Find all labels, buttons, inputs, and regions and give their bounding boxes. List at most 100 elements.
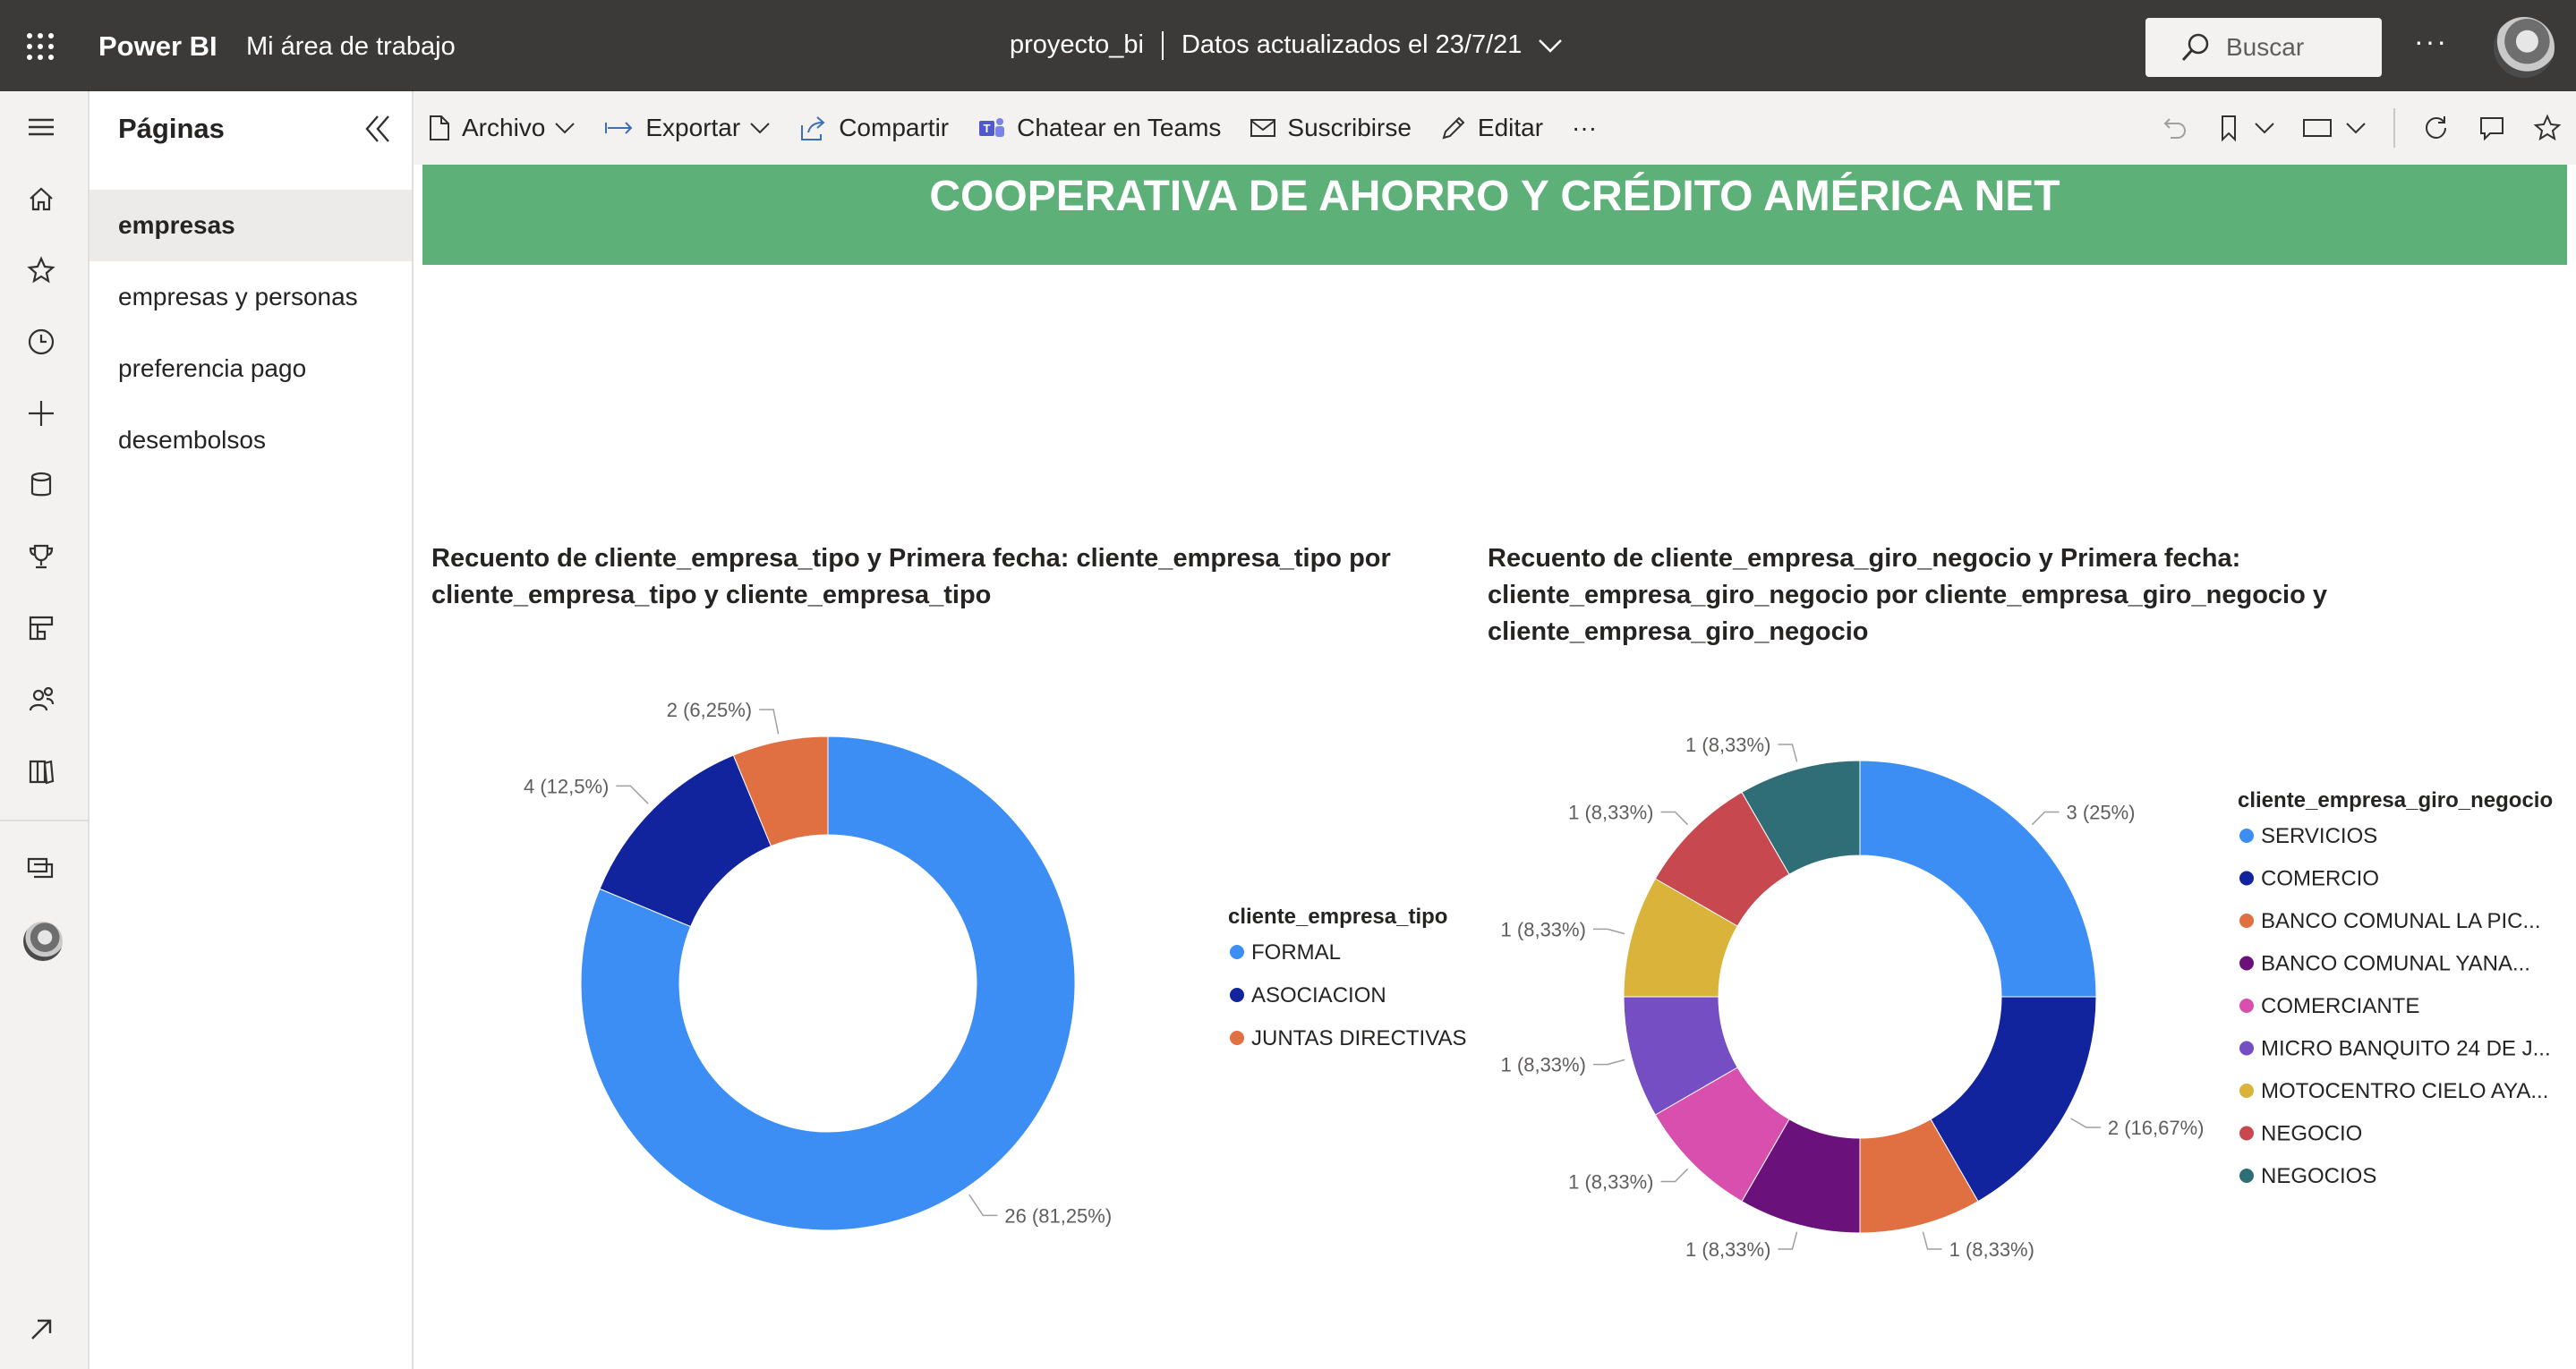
leader-line [2031, 811, 2060, 826]
recent-clock-icon[interactable] [23, 324, 59, 360]
legend-marker[interactable] [2239, 829, 2254, 843]
file-menu-button[interactable]: Archivo [428, 114, 576, 142]
legend-item-label[interactable]: COMERCIANTE [2261, 994, 2419, 1018]
bookmarks-button[interactable] [2216, 114, 2275, 142]
legend-item-label[interactable]: NEGOCIOS [2261, 1164, 2376, 1188]
data-label: 1 (8,33%) [1501, 918, 1586, 940]
home-icon[interactable] [23, 181, 59, 217]
report-info[interactable]: proyecto_bi Datos actualizados el 23/7/2… [1010, 30, 1563, 60]
pencil-icon [1442, 116, 1465, 140]
legend-marker[interactable] [1230, 1031, 1244, 1045]
legend-item-label[interactable]: JUNTAS DIRECTIVAS [1251, 1026, 1466, 1050]
report-toolbar: Archivo Exportar Compartir T Chatear en … [414, 91, 2576, 166]
search-input[interactable]: Buscar [2145, 18, 2382, 77]
leader-line [616, 785, 649, 804]
legend-item-label[interactable]: FORMAL [1251, 940, 1341, 965]
favorite-button[interactable] [2533, 114, 2562, 142]
chevron-down-icon[interactable] [1538, 38, 1563, 54]
legend-marker[interactable] [2239, 871, 2254, 886]
more-commands-button[interactable]: ··· [1572, 114, 1597, 142]
subscribe-button[interactable]: Suscribirse [1250, 114, 1412, 142]
search-placeholder: Buscar [2226, 33, 2305, 61]
legend-item-label[interactable]: MOTOCENTRO CIELO AYA... [2261, 1079, 2548, 1103]
legend-title: cliente_empresa_giro_negocio [2238, 788, 2553, 812]
leader-line [1778, 1231, 1798, 1250]
legend-marker[interactable] [2239, 1126, 2254, 1141]
file-icon [430, 115, 449, 140]
workspaces-icon[interactable] [23, 850, 59, 886]
my-workspace-avatar[interactable] [23, 922, 63, 961]
data-label: 3 (25%) [2066, 802, 2135, 824]
chevron-down-icon [750, 123, 770, 134]
page-item-empresas[interactable]: empresas [90, 190, 412, 261]
leader-line [1778, 744, 1798, 762]
edit-button[interactable]: Editar [1440, 114, 1543, 142]
report-name: proyecto_bi [1010, 30, 1144, 59]
donut-charts: 26 (81,25%) 4 (12,5%) 2 (6,25%) cliente_emp… [524, 699, 2553, 1261]
legend-item-label[interactable]: BANCO COMUNAL LA PIC... [2261, 909, 2541, 933]
view-button[interactable] [2302, 116, 2367, 140]
page-item-preferencia-pago[interactable]: preferencia pago [90, 333, 412, 404]
app-launcher-icon[interactable] [25, 31, 55, 62]
data-label: 1 (8,33%) [1685, 734, 1770, 756]
share-button[interactable]: Compartir [799, 114, 949, 142]
data-label: 2 (6,25%) [667, 699, 752, 721]
learn-book-icon[interactable] [23, 753, 59, 789]
collapse-panel-icon[interactable] [360, 111, 396, 147]
legend-item-label[interactable]: ASOCIACION [1251, 983, 1386, 1008]
apps-icon[interactable] [23, 610, 59, 646]
shared-people-icon[interactable] [23, 682, 59, 718]
page-item-desembolsos[interactable]: desembolsos [90, 404, 412, 476]
leader-line [1592, 928, 1625, 935]
mail-icon [1250, 119, 1276, 137]
comments-button[interactable] [2478, 114, 2506, 142]
nav-divider [0, 820, 88, 821]
teams-label: Chatear en Teams [1017, 114, 1222, 141]
brand-name[interactable]: Power BI [98, 30, 218, 63]
legend-item-label[interactable]: SERVICIOS [2261, 824, 2377, 848]
refresh-icon [2425, 116, 2446, 140]
edit-label: Editar [1477, 114, 1544, 141]
legend-marker[interactable] [2239, 1084, 2254, 1098]
legend-marker[interactable] [2239, 1169, 2254, 1183]
chat-in-teams-button[interactable]: T Chatear en Teams [977, 114, 1221, 142]
goals-trophy-icon[interactable] [23, 539, 59, 574]
favorites-star-icon[interactable] [23, 252, 59, 288]
undo-icon [2163, 118, 2187, 139]
create-plus-icon[interactable] [23, 395, 59, 431]
data-label: 1 (8,33%) [1568, 802, 1653, 824]
subscribe-label: Suscribirse [1287, 114, 1412, 141]
legend-marker[interactable] [2239, 914, 2254, 928]
legend-marker[interactable] [1230, 945, 1244, 959]
search-icon [2181, 33, 2209, 62]
left-navigation [0, 91, 90, 1369]
legend-item-label[interactable]: NEGOCIO [2261, 1122, 2362, 1146]
page-item-empresas-y-personas[interactable]: empresas y personas [90, 261, 412, 333]
legend-marker[interactable] [2239, 1041, 2254, 1056]
legend-title: cliente_empresa_tipo [1228, 905, 1447, 929]
legend-item-label[interactable]: MICRO BANQUITO 24 DE J... [2261, 1037, 2551, 1061]
export-menu-button[interactable]: Exportar [604, 114, 771, 142]
donut-slice[interactable] [1859, 760, 2097, 998]
legend-marker[interactable] [2239, 956, 2254, 971]
divider [1161, 30, 1164, 60]
reset-button[interactable] [2161, 114, 2189, 142]
more-options-button[interactable]: ··· [2414, 25, 2448, 58]
data-label: 4 (12,5%) [524, 775, 609, 797]
avatar[interactable] [2494, 17, 2555, 78]
legend-marker[interactable] [2239, 999, 2254, 1013]
view-icon [2303, 119, 2332, 137]
hamburger-menu-icon[interactable] [23, 109, 59, 145]
leader-line [1660, 811, 1689, 826]
datasets-database-icon[interactable] [23, 467, 59, 503]
legend-item-label[interactable]: BANCO COMUNAL YANA... [2261, 952, 2530, 976]
share-label: Compartir [839, 114, 950, 141]
data-label: 1 (8,33%) [1685, 1238, 1770, 1261]
legend-marker[interactable] [1230, 988, 1244, 1002]
pages-panel: Páginas empresas empresas y personas pre… [90, 91, 414, 1369]
workspace-link[interactable]: Mi área de trabajo [246, 32, 456, 62]
refresh-button[interactable] [2422, 114, 2451, 142]
expand-arrow-icon[interactable] [23, 1312, 59, 1348]
data-label: 26 (81,25%) [1004, 1204, 1112, 1227]
legend-item-label[interactable]: COMERCIO [2261, 867, 2379, 891]
